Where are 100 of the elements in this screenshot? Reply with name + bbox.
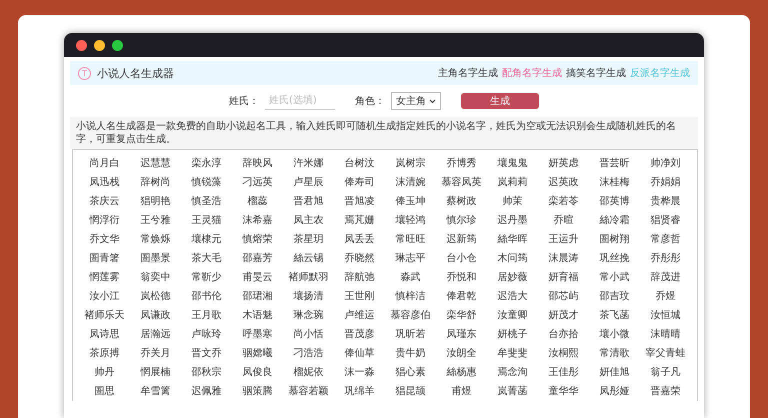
field-label: 姓氏： — [229, 94, 259, 108]
name-text: 牟雪篱 — [140, 384, 172, 399]
name-text: 汝桐熙 — [548, 346, 580, 361]
name-text: 沫希嘉 — [242, 214, 274, 228]
name-text: 慎梓洁 — [394, 290, 426, 304]
name-text: 俸仙草 — [344, 346, 376, 361]
name-text: 凤谦政 — [140, 308, 172, 323]
name-text: 台树汶 — [344, 156, 376, 171]
close-icon[interactable] — [76, 40, 87, 50]
name-text: 尚月白 — [88, 156, 120, 171]
name-text: 凤瑾东 — [446, 328, 478, 342]
name-text: 慎圣浩 — [190, 194, 222, 209]
role-select[interactable]: 女主角 — [391, 92, 441, 110]
name-text: 壤扬清 — [292, 290, 324, 304]
name-text: 慎锐藻 — [190, 176, 222, 190]
name-text: 晋嘉荣 — [650, 384, 682, 399]
name-text: 岚莉莉 — [496, 176, 528, 190]
name-text: 牟斐斐 — [496, 346, 528, 361]
name-text: 岚树宗 — [394, 156, 426, 171]
name-text: 絲冷霜 — [598, 214, 630, 228]
name-text: 迟丹墨 — [496, 214, 528, 228]
name-text: 凤诗思 — [88, 328, 120, 342]
name-text: 邵芯屿 — [548, 290, 580, 304]
name-text: 刁远英 — [242, 176, 274, 190]
name-text: 淼武 — [400, 270, 422, 285]
name-text: 慕容凤英 — [440, 176, 482, 190]
description-text: 小说人名生成器是一款免费的自助小说起名工具，输入姓氏即可随机生成指定姓氏的小说名字，姓氏为空或无法识别会生成随机姓氏的名字，可重复点击生成。 — [70, 117, 698, 149]
name-text: 猖贤睿 — [650, 214, 682, 228]
name-text: 汝恒城 — [650, 308, 682, 323]
name-text: 迟新筠 — [446, 232, 478, 247]
name-text: 常彦哲 — [650, 232, 682, 247]
name-text: 岚菁菡 — [496, 384, 528, 399]
name-text: 茶大毛 — [190, 252, 222, 266]
nav-link[interactable]: 主角名字生成 — [438, 66, 498, 80]
name-text: 王兮雅 — [140, 214, 172, 228]
name-text: 王世刚 — [344, 290, 376, 304]
name-text: 凤彤娅 — [598, 385, 630, 399]
name-text: 猖明艳 — [140, 195, 172, 209]
name-text: 圄思 — [94, 385, 116, 399]
name-text: 俸君乾 — [446, 290, 478, 304]
name-text: 辞映风 — [242, 156, 274, 171]
page-title: 小说人名生成器 — [97, 66, 174, 80]
name-text: 妍桃子 — [496, 328, 528, 342]
name-text: 焉念洵 — [496, 366, 528, 380]
name-text: 沫一淼 — [344, 366, 376, 380]
name-text: 凤俊良 — [242, 366, 274, 380]
name-text: 乔彤彤 — [650, 252, 682, 266]
name-text: 帅净刘 — [650, 156, 682, 171]
name-text: 居瀚远 — [140, 328, 172, 342]
maximize-icon[interactable] — [112, 40, 123, 50]
name-text: 乔暄 — [552, 214, 574, 228]
name-text: 絲云锡 — [292, 252, 324, 266]
name-text: 慎熔荣 — [241, 232, 274, 247]
name-text: 童华华 — [548, 384, 580, 399]
name-text: 栾若苓 — [548, 194, 580, 209]
name-text: 王佳彤 — [548, 366, 580, 380]
name-text: 乔悦和 — [446, 270, 478, 285]
name-text: 榴妮依 — [292, 366, 324, 380]
name-text: 絲华晖 — [496, 233, 528, 247]
logo-icon: T — [78, 66, 91, 80]
name-text: 茶星玥 — [292, 232, 324, 247]
name-text: 晋芸昕 — [598, 156, 630, 171]
name-text: 慕容若颖 — [288, 384, 330, 399]
name-text: 汻米娜 — [292, 156, 324, 171]
name-text: 乔关月 — [140, 346, 172, 361]
name-text: 壤棣元 — [190, 232, 222, 247]
name-text: 帅茉 — [502, 194, 524, 209]
name-text: 巩昕若 — [394, 328, 426, 342]
name-text: 晋旭凌 — [344, 194, 376, 209]
name-text: 晋君旭 — [292, 194, 324, 209]
name-text: 栾华舒 — [446, 308, 478, 323]
name-text: 迟英政 — [548, 176, 580, 190]
name-text: 沫清婉 — [394, 176, 426, 190]
name-text: 壤鬼鬼 — [496, 156, 528, 171]
name-text: 甫旻云 — [242, 270, 274, 285]
name-text: 褚师默羽 — [288, 270, 330, 285]
name-text: 辞茂进 — [650, 270, 682, 285]
name-text: 蔡树政 — [446, 194, 478, 209]
name-text: 乔煜 — [654, 290, 676, 304]
name-text: 沫晨涛 — [548, 252, 580, 266]
name-text: 沫晴晴 — [650, 328, 682, 342]
surname-field[interactable]: 姓氏(选填) — [265, 92, 335, 110]
name-text: 茶庆云 — [88, 194, 120, 209]
name-text: 俸寿司 — [344, 176, 376, 190]
name-text: 木语魅 — [242, 308, 274, 323]
generate-button[interactable]: 生成 — [461, 93, 539, 109]
name-text: 妍育福 — [548, 270, 580, 285]
name-text: 辞树尚 — [140, 176, 172, 190]
name-text: 乔晓然 — [344, 252, 376, 266]
name-text: 王月歌 — [190, 309, 222, 323]
minimize-icon[interactable] — [94, 40, 105, 50]
name-text: 乔博秀 — [446, 156, 478, 171]
name-text: 茶飞菡 — [598, 308, 630, 323]
name-text: 尚小恬 — [292, 328, 324, 342]
name-text: 汝小江 — [88, 290, 120, 304]
name-text: 台小仓 — [446, 252, 478, 266]
name-text: 常靳少 — [190, 270, 222, 285]
nav-link[interactable]: 搞笑名字生成 — [566, 66, 626, 80]
name-text: 圄青箸 — [88, 252, 120, 266]
name-text: 骃策腾 — [242, 384, 274, 399]
